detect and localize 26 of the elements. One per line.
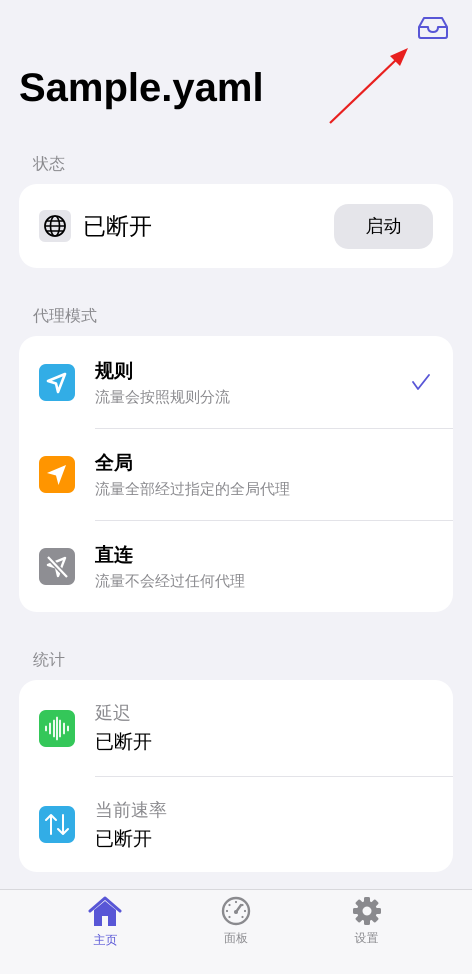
mode-title: 规则 xyxy=(95,358,134,384)
globe-icon xyxy=(39,210,71,242)
mode-description: 流量全部经过指定的全局代理 xyxy=(95,480,291,499)
mode-option[interactable]: 规则 流量会按照规则分流 xyxy=(19,336,453,428)
mode-title: 全局 xyxy=(95,451,134,476)
stat-label: 当前速率 xyxy=(95,798,168,822)
mode-option[interactable]: 全局 流量全部经过指定的全局代理 xyxy=(19,428,453,520)
start-button[interactable]: 启动 xyxy=(334,204,433,248)
section-label: 状态 xyxy=(33,152,66,174)
connection-status: 已断开 xyxy=(83,212,153,242)
page-title: Sample.yaml xyxy=(19,65,264,112)
mode-description: 流量会按照规则分流 xyxy=(95,388,231,406)
mode-title: 直连 xyxy=(95,543,134,568)
stat-value: 已断开 xyxy=(95,826,153,852)
gauge-icon xyxy=(220,896,251,926)
section-label: 代理模式 xyxy=(33,304,98,326)
mode-description: 流量不会经过任何代理 xyxy=(95,572,246,591)
tab[interactable]: 主页 xyxy=(70,896,140,952)
section-label: 统计 xyxy=(33,648,66,670)
settings-icon xyxy=(352,896,382,926)
mode-option[interactable]: 直连 流量不会经过任何代理 xyxy=(19,520,453,612)
stat-label: 延迟 xyxy=(95,702,132,725)
inbox-icon[interactable] xyxy=(417,16,449,40)
home-icon xyxy=(88,896,122,928)
checkmark-icon xyxy=(411,373,431,391)
stat-value: 已断开 xyxy=(95,730,153,755)
